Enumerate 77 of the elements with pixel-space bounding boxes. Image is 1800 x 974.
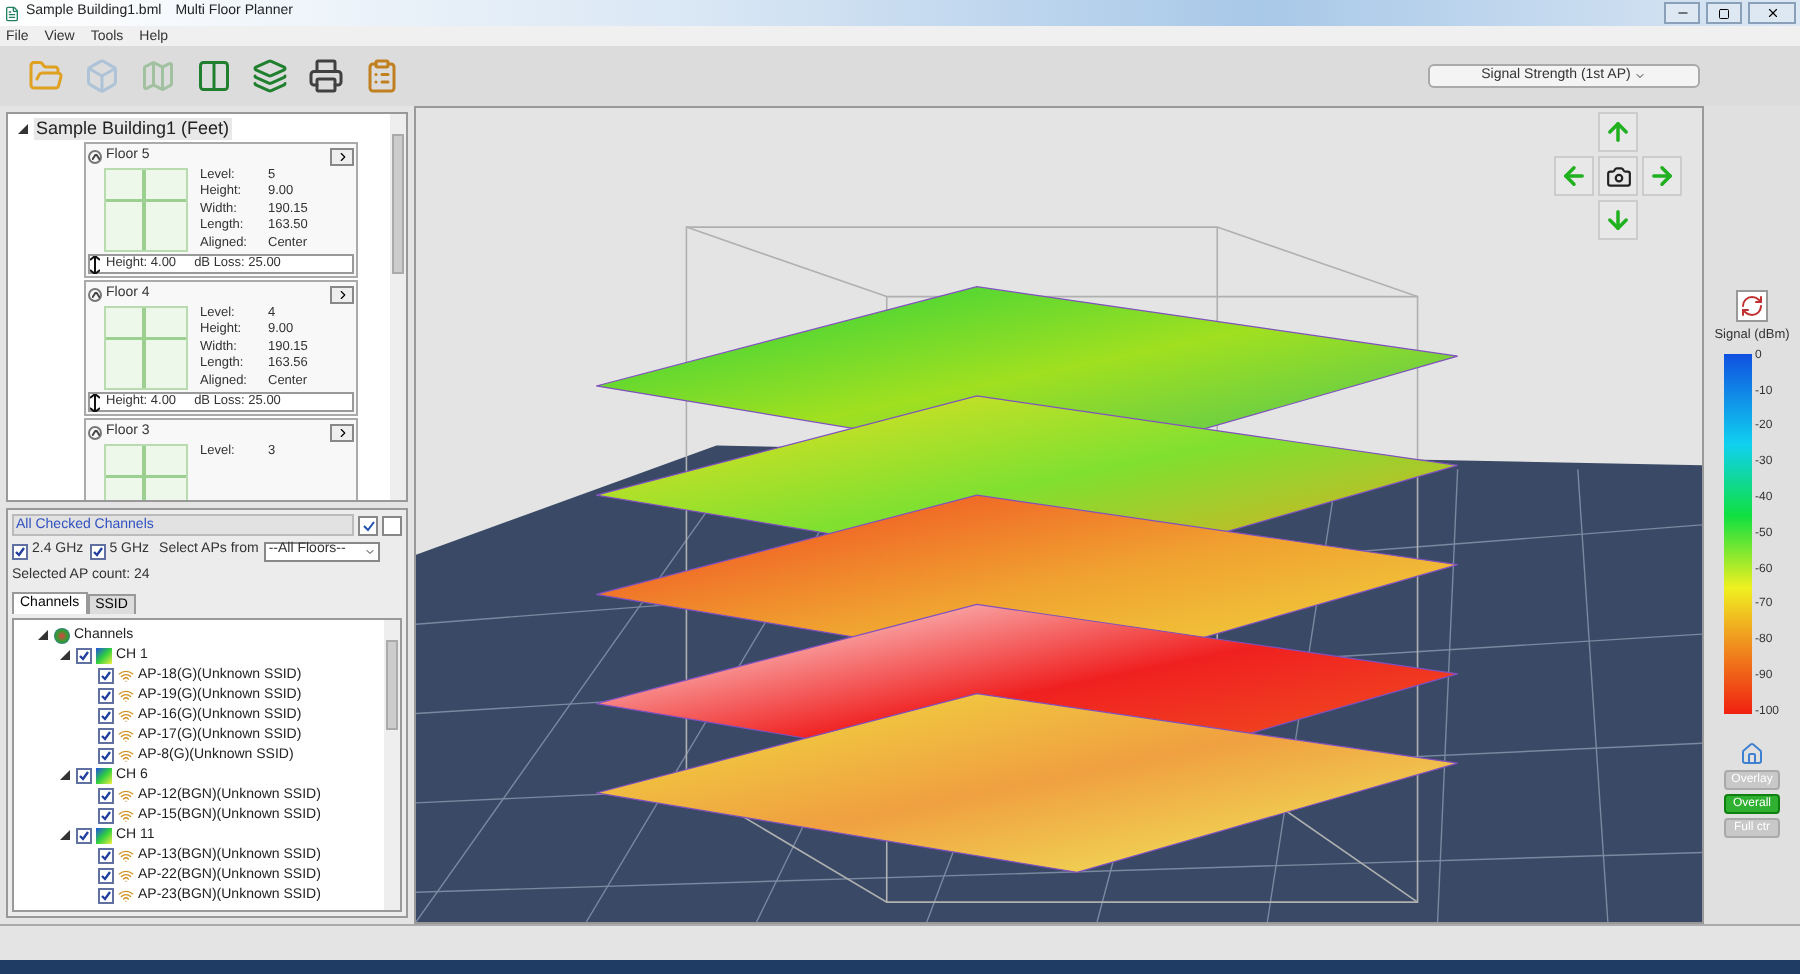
floor-plan-thumbnail xyxy=(104,168,188,252)
checkbox[interactable] xyxy=(98,667,114,683)
building-name[interactable]: Sample Building1 (Feet) xyxy=(34,118,232,140)
caret-icon xyxy=(1634,70,1647,82)
access-point-icon xyxy=(118,687,134,703)
toolbar-button[interactable] xyxy=(248,54,292,98)
access-point-icon xyxy=(118,847,134,863)
access-point-icon xyxy=(118,867,134,883)
heatmap-icon xyxy=(96,767,112,783)
app-icon xyxy=(4,5,20,21)
floor-menu-button[interactable] xyxy=(330,424,354,442)
maximize-button[interactable] xyxy=(1706,2,1742,24)
scrollbar[interactable] xyxy=(390,114,406,500)
maximize-icon xyxy=(1718,7,1730,19)
scrollbar[interactable] xyxy=(384,619,400,910)
height-arrow-icon xyxy=(90,255,100,273)
access-point-icon xyxy=(118,667,134,683)
expander-icon[interactable] xyxy=(60,770,72,780)
floor-menu-button[interactable] xyxy=(330,148,354,166)
floor-plan-thumbnail xyxy=(104,306,188,390)
access-point-icon xyxy=(118,787,134,803)
access-point-icon xyxy=(118,747,134,763)
chevron-icon xyxy=(335,150,349,164)
refresh-button[interactable] xyxy=(1736,290,1768,322)
checkbox[interactable] xyxy=(98,887,114,903)
layers-icon xyxy=(252,58,288,94)
check-icon xyxy=(91,545,104,557)
clipboard-icon xyxy=(364,58,400,94)
checkbox[interactable] xyxy=(98,807,114,823)
close-icon xyxy=(1765,6,1779,20)
checkbox[interactable] xyxy=(89,543,106,559)
home-icon[interactable] xyxy=(1740,741,1764,766)
expander-icon[interactable] xyxy=(38,630,50,640)
chevron-icon xyxy=(335,426,349,440)
checkbox[interactable] xyxy=(98,867,114,883)
expander-icon[interactable] xyxy=(60,830,72,840)
expander-icon[interactable] xyxy=(18,124,28,134)
checkbox[interactable] xyxy=(98,847,114,863)
access-point-icon xyxy=(118,707,134,723)
uncheck-all-button[interactable] xyxy=(382,515,402,535)
access-point-icon xyxy=(118,807,134,823)
checkbox[interactable] xyxy=(98,687,114,703)
arrow-right-icon xyxy=(1648,162,1676,190)
chevron-icon xyxy=(335,288,349,302)
minimize-icon xyxy=(1675,6,1689,20)
open-icon xyxy=(28,58,64,94)
collapse-icon[interactable] xyxy=(88,426,102,440)
checkbox[interactable] xyxy=(98,747,114,763)
checkbox[interactable] xyxy=(76,767,92,783)
checkbox[interactable] xyxy=(12,543,28,559)
checkbox[interactable] xyxy=(98,707,114,723)
arrow-left-icon xyxy=(1560,162,1588,190)
collapse-icon[interactable] xyxy=(88,288,102,302)
checkbox[interactable] xyxy=(98,787,114,803)
cube-icon xyxy=(84,58,120,94)
floor-menu-button[interactable] xyxy=(330,286,354,304)
heatmap-icon xyxy=(96,827,112,843)
heatmap-icon xyxy=(96,647,112,663)
access-point-icon xyxy=(118,727,134,743)
print-icon xyxy=(308,58,344,94)
height-arrow-icon xyxy=(90,393,100,411)
checkbox[interactable] xyxy=(76,827,92,843)
check-all-button[interactable] xyxy=(358,515,378,535)
map-icon xyxy=(140,58,176,94)
panels-icon xyxy=(196,58,232,94)
print-button[interactable] xyxy=(304,54,348,98)
collapse-icon[interactable] xyxy=(88,150,102,164)
checkbox[interactable] xyxy=(76,647,92,663)
refresh-icon xyxy=(1740,294,1764,318)
expander-icon[interactable] xyxy=(60,650,72,660)
camera-icon xyxy=(1605,163,1631,189)
access-point-icon xyxy=(118,887,134,903)
check-icon xyxy=(14,545,26,557)
channels-icon xyxy=(54,627,70,643)
checkbox[interactable] xyxy=(98,727,114,743)
camera-button[interactable] xyxy=(1598,156,1638,196)
caret-icon xyxy=(364,545,377,557)
